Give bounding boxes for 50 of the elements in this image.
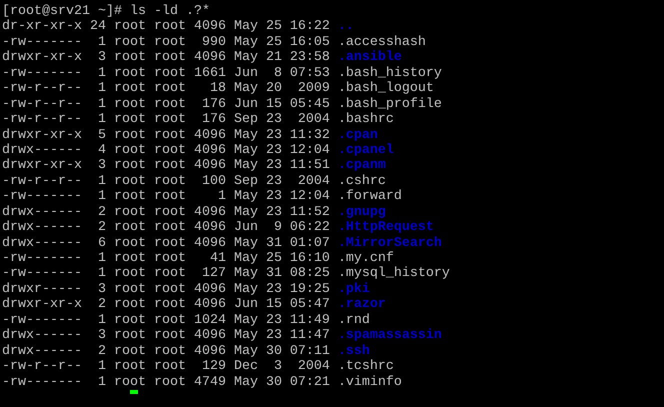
directory-name: .cpanm xyxy=(338,158,386,174)
directory-name: .cpanel xyxy=(338,142,394,158)
directory-name: .pki xyxy=(338,282,370,297)
directory-name: .. xyxy=(338,19,354,34)
directory-name: .spamassassin xyxy=(338,328,442,344)
listing-details: -rw------- 1 root root 4749 May 30 07:21 xyxy=(2,374,330,390)
listing-details: drwx------ 2 root root 4096 May 23 11:52 xyxy=(2,204,330,220)
listing-details: drwxr----- 3 root root 4096 May 23 19:25 xyxy=(2,282,330,297)
directory-name: .MirrorSearch xyxy=(338,236,442,251)
directory-name: .HttpRequest xyxy=(338,220,434,236)
listing-details: -rw------- 1 root root 990 May 25 16:05 xyxy=(2,34,330,50)
listing-details: -rw-r--r-- 1 root root 129 Dec 3 2004 xyxy=(2,359,330,374)
file-name: .cshrc xyxy=(338,174,386,189)
listing-details: dr-xr-xr-x 24 root root 4096 May 25 16:22 xyxy=(2,19,330,34)
file-name: .viminfo xyxy=(338,374,402,390)
file-name: .my.cnf xyxy=(338,251,394,266)
listing-details: -rw-r--r-- 1 root root 176 Jun 15 05:45 xyxy=(2,96,330,112)
directory-name: .ansible xyxy=(338,50,402,66)
listing-details: drwx------ 4 root root 4096 May 23 12:04 xyxy=(2,142,330,158)
directory-name: .razor xyxy=(338,297,386,312)
file-name: .bash_profile xyxy=(338,96,442,112)
file-name: .forward xyxy=(338,189,402,204)
listing-details: drwxr-xr-x 3 root root 4096 May 23 11:51 xyxy=(2,158,330,174)
file-name: .mysql_history xyxy=(338,266,450,282)
listing-details: drwxr-xr-x 2 root root 4096 Jun 15 05:47 xyxy=(2,297,330,312)
listing-details: -rw------- 1 root root 1024 May 23 11:49 xyxy=(2,312,330,328)
listing-details: -rw-r--r-- 1 root root 18 May 20 2009 xyxy=(2,81,330,96)
file-name: .rnd xyxy=(338,312,370,328)
command-line: [root@srv21 ~]# ls -ld .?* xyxy=(2,4,210,19)
file-name: .bash_logout xyxy=(338,81,434,96)
listing-details: drwxr-xr-x 5 root root 4096 May 23 11:32 xyxy=(2,128,330,142)
listing-details: -rw------- 1 root root 1 May 23 12:04 xyxy=(2,189,330,204)
cursor-icon xyxy=(130,390,138,394)
listing-details: -rw------- 1 root root 1661 Jun 8 07:53 xyxy=(2,66,330,81)
listing-details: drwx------ 2 root root 4096 Jun 9 06:22 xyxy=(2,220,330,236)
directory-name: .ssh xyxy=(338,344,370,359)
file-name: .tcshrc xyxy=(338,359,394,374)
listing-details: -rw-r--r-- 1 root root 176 Sep 23 2004 xyxy=(2,112,330,128)
listing-details: drwx------ 6 root root 4096 May 31 01:07 xyxy=(2,236,330,251)
file-name: .bashrc xyxy=(338,112,394,128)
listing-details: -rw-r--r-- 1 root root 100 Sep 23 2004 xyxy=(2,174,330,189)
listing-details: -rw------- 1 root root 127 May 31 08:25 xyxy=(2,266,330,282)
listing-details: drwx------ 3 root root 4096 May 23 11:47 xyxy=(2,328,330,344)
listing-details: drwxr-xr-x 3 root root 4096 May 21 23:58 xyxy=(2,50,330,66)
directory-name: .gnupg xyxy=(338,204,386,220)
listing-details: -rw------- 1 root root 41 May 25 16:10 xyxy=(2,251,330,266)
file-name: .accesshash xyxy=(338,34,426,50)
directory-name: .cpan xyxy=(338,128,378,142)
listing-details: drwx------ 2 root root 4096 May 30 07:11 xyxy=(2,344,330,359)
file-name: .bash_history xyxy=(338,66,442,81)
